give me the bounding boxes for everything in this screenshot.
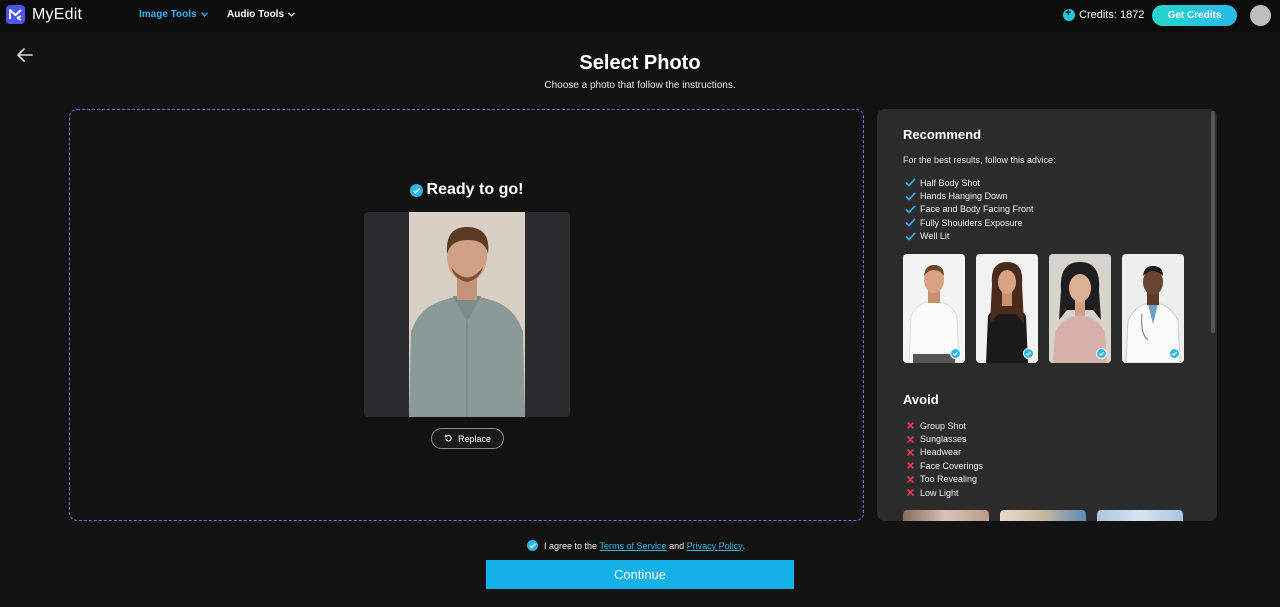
avoid-item-label: Too Revealing [920, 474, 978, 485]
avoid-list: Group Shot Sunglasses Headwear Face Cove… [904, 419, 983, 499]
example-photo [903, 254, 965, 363]
example-photo [1097, 510, 1183, 521]
agree-prefix: I agree to the [544, 540, 600, 551]
check-circle-icon [950, 348, 961, 359]
example-photo [1000, 510, 1086, 521]
x-icon [904, 461, 916, 470]
recommend-item-label: Hands Hanging Down [920, 191, 1008, 202]
avatar[interactable] [1250, 5, 1271, 26]
guidelines-panel: Recommend For the best results, follow t… [877, 109, 1217, 521]
list-item: Half Body Shot [904, 176, 1034, 189]
agree-period: . [742, 540, 746, 551]
list-item: Sunglasses [904, 432, 983, 445]
ready-status: Ready to go! [70, 181, 863, 199]
list-item: Well Lit [904, 230, 1034, 243]
list-item: Face and Body Facing Front [904, 203, 1034, 216]
chevron-down-icon [200, 12, 208, 17]
avoid-item-label: Face Coverings [920, 460, 984, 471]
check-icon [904, 178, 916, 187]
list-item: Hands Hanging Down [904, 189, 1034, 202]
avoid-item-label: Low Light [920, 487, 959, 498]
photo-dropzone[interactable]: Ready to go! Replace [69, 109, 864, 521]
recommend-item-label: Fully Shoulders Exposure [920, 217, 1023, 228]
credits-display: Credits: 1872 [1063, 7, 1145, 21]
check-circle-icon [1096, 348, 1107, 359]
check-circle-icon [1023, 348, 1034, 359]
terms-agreement: I agree to the Terms of Service and Priv… [527, 540, 745, 551]
recommend-intro: For the best results, follow this advice… [903, 155, 1056, 165]
recommend-item-label: Face and Body Facing Front [920, 204, 1034, 215]
check-icon [904, 205, 916, 214]
logo[interactable]: MyEdit [6, 5, 82, 24]
example-photo [903, 510, 989, 521]
credits-label: Credits: 1872 [1079, 9, 1145, 21]
privacy-link[interactable]: Privacy Policy [687, 541, 743, 551]
check-icon [904, 232, 916, 241]
list-item: Fully Shoulders Exposure [904, 216, 1034, 229]
example-photo [976, 254, 1038, 363]
chevron-down-icon [288, 12, 295, 17]
list-item: Group Shot [904, 419, 983, 432]
replace-icon [444, 434, 452, 442]
replace-button[interactable]: Replace [431, 428, 504, 449]
credits-icon [1063, 7, 1075, 21]
x-icon [904, 421, 916, 430]
x-icon [904, 448, 916, 457]
avoid-item-label: Headwear [920, 447, 962, 458]
continue-button[interactable]: Continue [486, 560, 794, 589]
agree-and: and [666, 540, 687, 551]
list-item: Too Revealing [904, 473, 983, 486]
recommend-list: Half Body Shot Hands Hanging Down Face a… [904, 176, 1034, 243]
example-photo [1122, 254, 1184, 363]
list-item: Low Light [904, 486, 983, 499]
terms-link[interactable]: Terms of Service [600, 541, 667, 551]
nav-image-tools[interactable]: Image Tools [139, 9, 208, 20]
recommend-item-label: Well Lit [920, 231, 950, 242]
nav-image-tools-label: Image Tools [139, 9, 197, 20]
list-item: Headwear [904, 446, 983, 459]
x-icon [904, 435, 916, 444]
list-item: Face Coverings [904, 459, 983, 472]
uploaded-photo-frame [364, 212, 570, 417]
recommend-heading: Recommend [903, 127, 982, 142]
app-name: MyEdit [32, 5, 83, 23]
check-circle-icon [409, 183, 423, 197]
replace-label: Replace [457, 433, 492, 444]
recommend-item-label: Half Body Shot [920, 177, 981, 188]
avoid-examples [903, 510, 1183, 521]
avoid-item-label: Group Shot [920, 420, 967, 431]
myedit-logo-icon [6, 5, 25, 24]
top-bar: MyEdit Image Tools Audio Tools Credits: … [0, 0, 1280, 32]
x-icon [904, 488, 916, 497]
recommend-examples [903, 254, 1184, 363]
ready-status-label: Ready to go! [426, 181, 524, 198]
nav-audio-tools[interactable]: Audio Tools [227, 9, 295, 20]
page-subtitle: Choose a photo that follow the instructi… [544, 80, 736, 91]
nav-audio-tools-label: Audio Tools [227, 9, 285, 20]
get-credits-button[interactable]: Get Credits [1152, 5, 1237, 26]
agree-checkbox[interactable] [527, 540, 538, 551]
check-icon [904, 192, 916, 201]
avoid-heading: Avoid [903, 392, 939, 407]
check-circle-icon [1169, 348, 1180, 359]
check-icon [904, 218, 916, 228]
example-photo [1049, 254, 1111, 363]
avoid-item-label: Sunglasses [920, 434, 967, 445]
page-title: Select Photo [579, 52, 701, 74]
x-icon [904, 475, 916, 484]
panel-scrollbar[interactable] [1211, 111, 1215, 333]
uploaded-photo [409, 212, 525, 417]
